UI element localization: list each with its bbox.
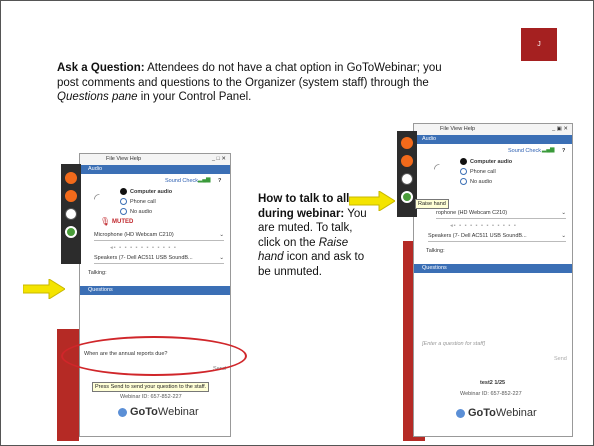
- left-audio-header[interactable]: Audio: [80, 165, 230, 174]
- raise-hand-arrow: [349, 191, 395, 211]
- right-mic-icon[interactable]: [401, 155, 413, 167]
- right-question-input[interactable]: [Enter a question for staff]: [422, 341, 485, 347]
- left-logo-icon: [118, 407, 127, 417]
- left-grab-tab: [61, 164, 81, 264]
- left-option-computer-audio[interactable]: Computer audio: [120, 188, 172, 195]
- right-questions-header[interactable]: Questions: [414, 264, 572, 273]
- right-audio-header[interactable]: Audio: [414, 135, 572, 144]
- left-level-meter: ◂▪ ▪ ▪ ▪ ▪ ▪ ▪ ▪ ▪ ▪ ▪ ▪: [110, 245, 177, 251]
- right-grab-tab: [397, 131, 417, 217]
- right-option-no-audio[interactable]: No audio: [460, 178, 492, 185]
- right-talking-label: Talking:: [426, 248, 445, 254]
- left-screen-icon[interactable]: [65, 208, 77, 220]
- left-microphone-select[interactable]: Microphone (HD Webcam C210) ⌄: [94, 230, 224, 241]
- questions-pane-term: Questions pane: [57, 91, 138, 103]
- right-option-computer-audio[interactable]: Computer audio: [460, 158, 512, 165]
- intro-paragraph: Ask a Question: Attendees do not have a …: [57, 62, 442, 103]
- right-control-panel: File View Help _ ▣ ✕ Audio Sound Check ▂…: [413, 123, 573, 437]
- left-webinar-id: Webinar ID: 657-852-227: [120, 394, 182, 400]
- right-window-controls[interactable]: _ ▣ ✕: [552, 126, 568, 132]
- right-raise-hand-icon[interactable]: [401, 191, 413, 203]
- right-help-icon[interactable]: ?: [562, 148, 565, 154]
- right-screen-icon[interactable]: [401, 173, 413, 185]
- left-title-bar: File View Help _ □ ✕: [80, 154, 230, 165]
- right-signal-icon: ▂▄▆: [542, 147, 555, 153]
- right-sound-check[interactable]: Sound Check: [508, 148, 541, 154]
- right-title-bar: File View Help _ ▣ ✕: [414, 124, 572, 135]
- left-option-no-audio[interactable]: No audio: [120, 208, 152, 215]
- left-muted-label: MUTED: [112, 219, 134, 225]
- right-speakers-select[interactable]: Speakers (7- Dell AC511 USB SoundB... ⌄: [428, 231, 566, 242]
- left-headset-icon: ◜: [94, 190, 100, 206]
- left-mic-muted-icon: 🎙: [100, 217, 111, 226]
- left-signal-icon: ▂▄▆: [198, 177, 211, 183]
- right-webinar-id: Webinar ID: 657-852-227: [460, 391, 522, 397]
- right-level-meter: ◂▪ ▪ ▪ ▪ ▪ ▪ ▪ ▪ ▪ ▪ ▪ ▪: [450, 223, 517, 229]
- questions-arrow: [23, 279, 65, 299]
- right-logo-icon: [456, 408, 465, 418]
- left-talking-label: Talking:: [88, 270, 107, 276]
- left-collapse-icon[interactable]: [65, 172, 77, 184]
- right-session-label: test2 1/25: [480, 380, 506, 386]
- left-gotowebinar-logo: GoToWebinar: [118, 406, 199, 418]
- left-mic-icon[interactable]: [65, 190, 77, 202]
- left-control-panel: File View Help _ □ ✕ Audio Sound Check ▂…: [79, 153, 231, 437]
- right-collapse-icon[interactable]: [401, 137, 413, 149]
- left-questions-header[interactable]: Questions: [80, 286, 230, 295]
- slide-badge: J: [521, 28, 557, 61]
- left-option-phone-call[interactable]: Phone call: [120, 198, 156, 205]
- raise-hand-tooltip: Raise hand: [415, 199, 449, 209]
- right-microphone-select[interactable]: rophone (HD Webcam C210) ⌄: [436, 208, 566, 219]
- right-option-phone-call[interactable]: Phone call: [460, 168, 496, 175]
- left-raise-hand-icon[interactable]: [65, 226, 77, 238]
- left-window-controls[interactable]: _ □ ✕: [212, 156, 226, 162]
- left-help-icon[interactable]: ?: [218, 178, 221, 184]
- left-menu-bar[interactable]: File View Help: [106, 156, 141, 162]
- left-speakers-select[interactable]: Speakers (7- Dell AC511 USB SoundB... ⌄: [94, 253, 224, 264]
- left-send-tooltip: Press Send to send your question to the …: [92, 382, 210, 392]
- right-menu-bar[interactable]: File View Help: [440, 126, 475, 132]
- right-gotowebinar-logo: GoToWebinar: [456, 407, 537, 419]
- howto-heading: How to talk to all during webinar:: [258, 193, 350, 220]
- left-sound-check[interactable]: Sound Check: [165, 178, 198, 184]
- question-highlight-oval: [61, 336, 247, 376]
- intro-heading: Ask a Question:: [57, 62, 145, 74]
- slide: J Ask a Question: Attendees do not have …: [0, 0, 594, 446]
- right-send-button[interactable]: Send: [554, 356, 567, 362]
- right-headset-icon: ◜: [434, 160, 440, 176]
